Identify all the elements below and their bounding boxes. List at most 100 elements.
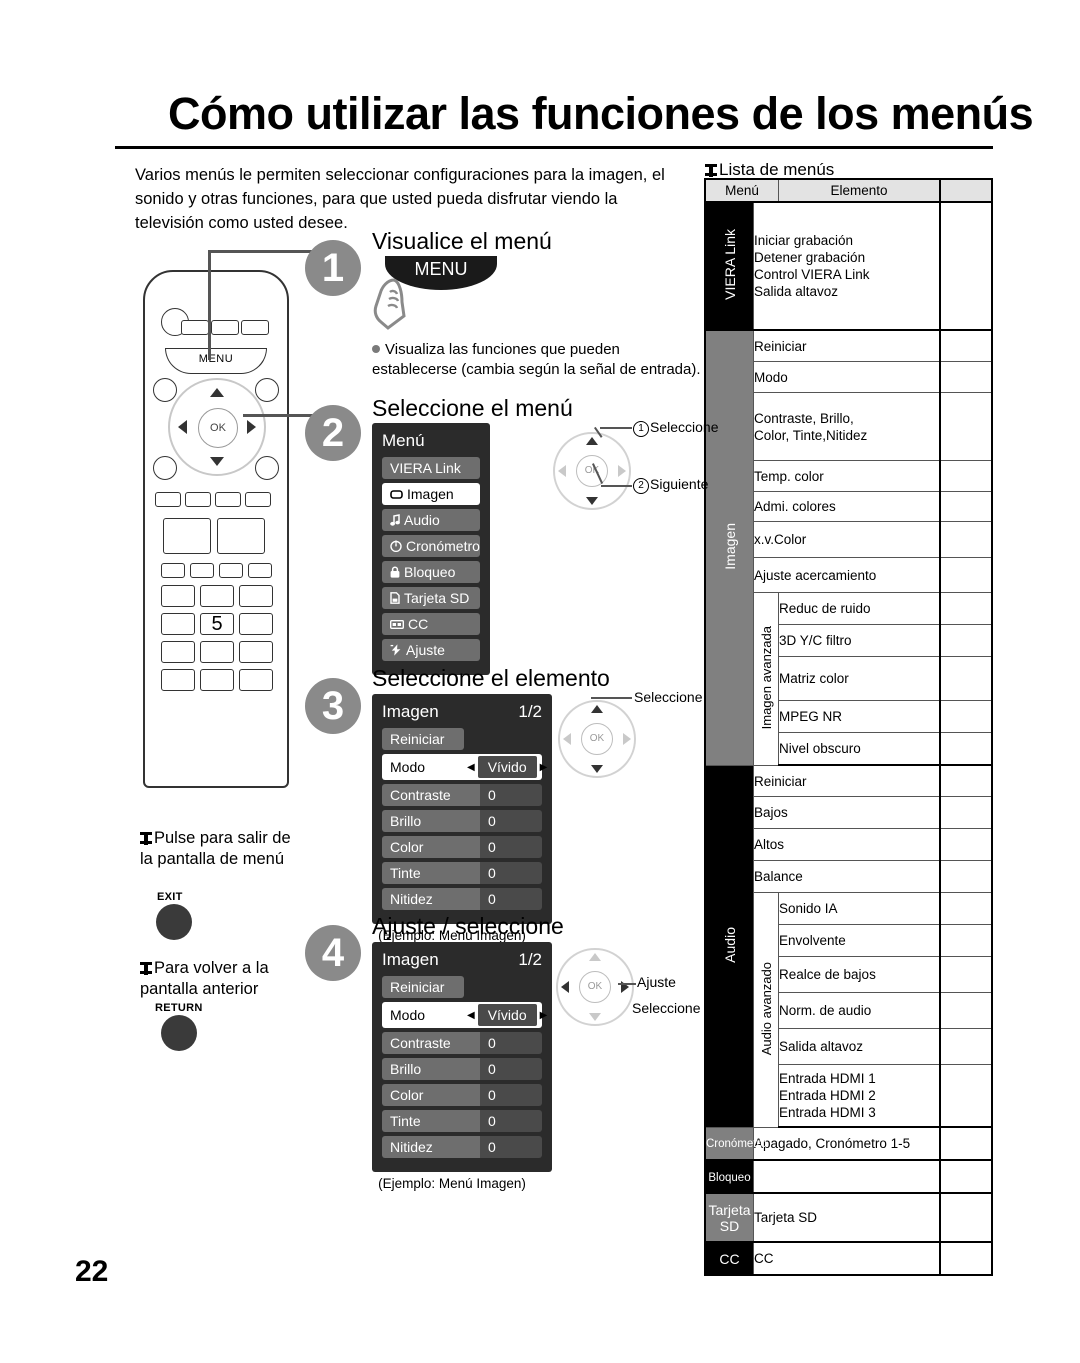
step-3-ok-button[interactable]: OK xyxy=(581,723,613,755)
table-subcategory-label: Imagen avanzada xyxy=(758,625,774,729)
table-item-cell: Tarjeta SD xyxy=(753,1192,941,1243)
setup-icon xyxy=(390,644,402,656)
tv-imagen-row[interactable]: Brillo 0 xyxy=(382,810,542,832)
tv-menu-item-label: Audio xyxy=(404,512,440,528)
tv-imagen-row[interactable]: Contraste 0 xyxy=(382,784,542,806)
sdcard-icon xyxy=(390,592,400,604)
tv-imagen-mode-value: Vívido xyxy=(477,1004,537,1026)
tv-menu-item-label: Imagen xyxy=(407,486,454,502)
step-4-ok-button[interactable]: OK xyxy=(579,971,611,1003)
tv-menu-item-cc[interactable]: CC xyxy=(382,613,480,635)
table-page-cell xyxy=(939,521,993,558)
step-3-number: 3 xyxy=(305,678,361,734)
tv-imagen-row-value: 0 xyxy=(480,836,542,858)
tv-menu-item-label: Ajuste xyxy=(406,642,445,658)
table-item-cell: Matriz color xyxy=(778,656,941,701)
table-page-cell xyxy=(939,460,993,492)
tv-imagen-row[interactable]: Brillo 0 xyxy=(382,1058,542,1080)
tv-imagen-row[interactable]: Tinte 0 xyxy=(382,1110,542,1132)
ring-up-arrow-icon xyxy=(591,705,603,713)
caret-right-icon[interactable]: ▶ xyxy=(537,1010,551,1021)
table-header-row: Menú Elemento xyxy=(704,178,993,203)
step-4-callout-line xyxy=(618,983,636,985)
return-button-icon[interactable] xyxy=(161,1015,197,1051)
step-2-dpad-ring: OK xyxy=(553,432,631,510)
tv-imagen-row[interactable]: Color 0 xyxy=(382,1084,542,1106)
remote-small-button xyxy=(248,563,272,578)
table-page-cell xyxy=(939,860,993,893)
tv-imagen-reset[interactable]: Reiniciar xyxy=(382,976,464,998)
tv-imagen-row[interactable]: Nitidez 0 xyxy=(382,888,542,910)
tv-menu-item-bloqueo[interactable]: Bloqueo xyxy=(382,561,480,583)
caret-right-icon[interactable]: ▶ xyxy=(537,762,551,773)
tv-imagen-row[interactable]: Color 0 xyxy=(382,836,542,858)
table-category-audio: Audio xyxy=(704,764,754,1128)
step-1-title: Visualice el menú xyxy=(372,228,552,254)
table-page-cell xyxy=(939,201,993,331)
step-3-title: Seleccione el elemento xyxy=(372,665,610,691)
clock-icon xyxy=(390,540,402,552)
exit-button-icon[interactable] xyxy=(156,904,192,940)
table-item-cell: Temp. color xyxy=(753,460,941,492)
caret-left-icon[interactable]: ◀ xyxy=(464,762,478,773)
tv-imagen-panel-step4: Imagen 1/2 Reiniciar Modo ◀ Vívido ▶ Con… xyxy=(372,942,552,1191)
menu-list-table: Menú Elemento VIERA Link Iniciar grabación D… xyxy=(704,178,993,1276)
tv-imagen-row-label: Brillo xyxy=(382,810,480,832)
tv-imagen-row-label: Brillo xyxy=(382,1058,480,1080)
tv-imagen-row-label: Tinte xyxy=(382,862,480,884)
table-item-cell: Iniciar grabación Detener grabación Contro… xyxy=(753,201,941,331)
step-2-ok-button[interactable]: OK xyxy=(576,455,608,487)
remote-small-button xyxy=(155,492,181,507)
ring-up-arrow-icon xyxy=(586,437,598,445)
tv-menu-item-cron-metro[interactable]: Cronómetro xyxy=(382,535,480,557)
table-item-cell xyxy=(753,1159,941,1194)
tv-imagen-reset[interactable]: Reiniciar xyxy=(382,728,464,750)
ring-down-arrow-icon xyxy=(591,765,603,773)
ring-right-arrow-icon xyxy=(618,465,626,477)
table-item-cell: Envolvente xyxy=(778,924,941,957)
tv-imagen-row[interactable]: Contraste 0 xyxy=(382,1032,542,1054)
tv-imagen-header: Imagen 1/2 xyxy=(382,702,542,722)
connector-line-menu xyxy=(208,250,211,360)
square-bullet-icon xyxy=(140,961,152,975)
table-page-cell xyxy=(939,992,993,1029)
tv-imagen-mode-row[interactable]: Modo ◀ Vívido ▶ xyxy=(382,754,547,780)
return-note: Para volver a la pantalla anterior xyxy=(140,958,305,1000)
square-bullet-icon xyxy=(705,163,717,177)
lock-icon xyxy=(390,566,400,578)
tv-menu-item-viera-link[interactable]: VIERA Link xyxy=(382,457,480,479)
caret-left-icon[interactable]: ◀ xyxy=(464,1010,478,1021)
remote-number-key xyxy=(239,641,273,663)
tv-imagen-mode-label: Modo xyxy=(390,759,426,775)
remote-menu-button[interactable]: MENU xyxy=(165,348,267,374)
table-item-cell: Sonido IA xyxy=(778,892,941,925)
table-page-cell xyxy=(939,924,993,957)
tv-menu-item-ajuste[interactable]: Ajuste xyxy=(382,639,480,661)
tv-imagen-row-value: 0 xyxy=(480,1032,542,1054)
step-2-callout-line-2b xyxy=(601,485,632,487)
tv-menu-item-tarjeta-sd[interactable]: Tarjeta SD xyxy=(382,587,480,609)
step-3-dpad-ring: OK xyxy=(558,700,636,778)
table-row: Tarjeta SD Tarjeta SD xyxy=(704,1192,993,1243)
remote-small-button xyxy=(181,320,209,335)
ring-up-arrow-icon xyxy=(589,953,601,961)
remote-ok-button[interactable]: OK xyxy=(198,408,238,448)
tv-menu-item-label: VIERA Link xyxy=(390,460,461,476)
ring-right-arrow-icon xyxy=(623,733,631,745)
step-1-note: Visualiza las funciones que pueden estab… xyxy=(372,340,702,380)
tv-imagen-row[interactable]: Nitidez 0 xyxy=(382,1136,542,1158)
dpad-down-icon xyxy=(210,457,224,466)
tv-menu-item-imagen[interactable]: Imagen xyxy=(382,483,480,505)
table-item-cell: Bajos xyxy=(753,796,941,829)
table-item-cell: Admi. colores xyxy=(753,491,941,522)
table-header-page xyxy=(939,178,993,203)
tv-menu-item-audio[interactable]: Audio xyxy=(382,509,480,531)
remote-number-key-5[interactable]: 5 xyxy=(200,613,234,635)
table-item-cell: Ajuste acercamiento xyxy=(753,557,941,593)
tv-imagen-row[interactable]: Tinte 0 xyxy=(382,862,542,884)
step-2-title: Seleccione el menú xyxy=(372,395,573,421)
table-row: Imagen Reiniciar xyxy=(704,329,993,766)
table-subcategory-label: Audio avanzado xyxy=(758,961,774,1055)
table-page-cell xyxy=(939,796,993,829)
tv-imagen-mode-row[interactable]: Modo ◀ Vívido ▶ xyxy=(382,1002,547,1028)
